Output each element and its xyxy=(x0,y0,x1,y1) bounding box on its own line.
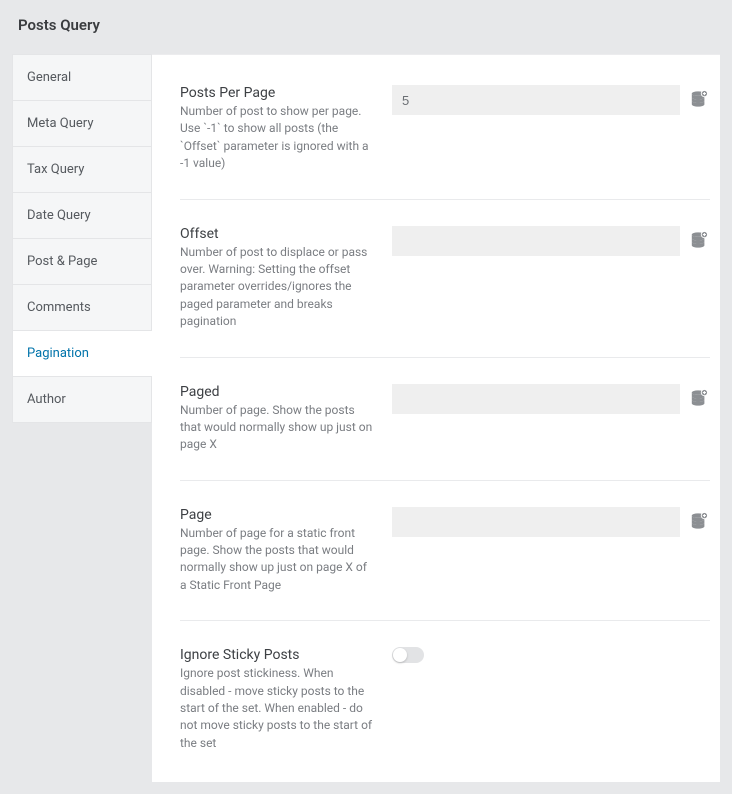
field-paged: Paged Number of page. Show the posts tha… xyxy=(180,384,710,481)
sidebar-item-tax-query[interactable]: Tax Query xyxy=(12,146,152,192)
sidebar-item-general[interactable]: General xyxy=(12,54,152,100)
field-title: Page xyxy=(180,507,374,523)
field-title: Posts Per Page xyxy=(180,85,374,101)
sidebar-item-post-page[interactable]: Post & Page xyxy=(12,238,152,284)
settings-panel: General Meta Query Tax Query Date Query … xyxy=(12,54,720,782)
content-area: Posts Per Page Number of post to show pe… xyxy=(152,54,720,782)
database-icon[interactable] xyxy=(688,387,710,409)
toggle-knob xyxy=(393,648,407,662)
sidebar-item-author[interactable]: Author xyxy=(12,376,152,423)
field-description: Number of page. Show the posts that woul… xyxy=(180,402,374,454)
posts-per-page-input[interactable] xyxy=(392,85,680,115)
page-title: Posts Query xyxy=(12,12,720,38)
field-title: Offset xyxy=(180,226,374,242)
database-icon[interactable] xyxy=(688,229,710,251)
sidebar-item-pagination[interactable]: Pagination xyxy=(12,330,152,376)
field-description: Number of page for a static front page. … xyxy=(180,525,374,595)
field-title: Paged xyxy=(180,384,374,400)
page-input[interactable] xyxy=(392,507,680,537)
sidebar-item-date-query[interactable]: Date Query xyxy=(12,192,152,238)
field-offset: Offset Number of post to displace or pas… xyxy=(180,226,710,358)
field-title: Ignore Sticky Posts xyxy=(180,647,374,663)
field-description: Number of post to displace or pass over.… xyxy=(180,244,374,331)
sidebar-item-comments[interactable]: Comments xyxy=(12,284,152,330)
field-description: Ignore post stickiness. When disabled - … xyxy=(180,665,374,752)
sidebar-item-meta-query[interactable]: Meta Query xyxy=(12,100,152,146)
paged-input[interactable] xyxy=(392,384,680,414)
field-posts-per-page: Posts Per Page Number of post to show pe… xyxy=(180,85,710,200)
field-page: Page Number of page for a static front p… xyxy=(180,507,710,622)
field-ignore-sticky-posts: Ignore Sticky Posts Ignore post stickine… xyxy=(180,647,710,752)
field-description: Number of post to show per page. Use `-1… xyxy=(180,103,374,173)
offset-input[interactable] xyxy=(392,226,680,256)
ignore-sticky-toggle[interactable] xyxy=(392,647,424,663)
sidebar: General Meta Query Tax Query Date Query … xyxy=(12,54,152,782)
database-icon[interactable] xyxy=(688,88,710,110)
database-icon[interactable] xyxy=(688,510,710,532)
